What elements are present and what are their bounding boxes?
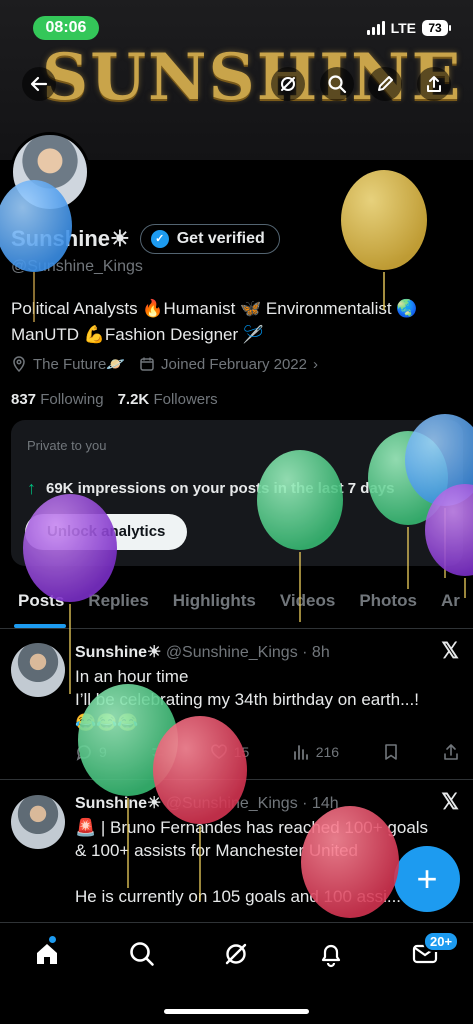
post-avatar[interactable]: [11, 795, 65, 849]
signal-icon: [366, 21, 385, 35]
tab-articles[interactable]: Ar: [429, 585, 472, 628]
bio-line: ManUTD 💪Fashion Designer 🪡: [11, 325, 265, 344]
search-icon: [130, 942, 154, 966]
arrow-left-icon: [30, 76, 48, 92]
impressions-row: ↑ 69K impressions on your posts in the l…: [27, 478, 394, 499]
get-verified-label: Get verified: [176, 230, 265, 247]
joined-item[interactable]: Joined February 2022 ›: [139, 356, 318, 373]
follow-stats: 837 Following 7.2K Followers: [11, 391, 218, 408]
chevron-right-icon: ›: [312, 355, 318, 373]
status-indicators: LTE 73: [366, 20, 451, 36]
verified-badge-icon: ✓: [150, 230, 169, 248]
view-count: 216: [315, 744, 340, 760]
private-card-title: Private to you: [27, 438, 107, 453]
profile-bio: Political Analysts 🔥Humanist 🦋 Environme…: [11, 296, 461, 348]
post-author-name: Sunshine☀: [75, 795, 162, 812]
battery-icon: 73: [422, 20, 451, 36]
tab-posts[interactable]: Posts: [0, 585, 76, 628]
unlock-analytics-button[interactable]: Unlock analytics: [25, 514, 188, 550]
joined-text: Joined February 2022: [161, 355, 307, 373]
notification-dot: [49, 936, 56, 943]
search-icon: [328, 75, 347, 94]
tab-videos[interactable]: Videos: [268, 585, 347, 628]
repost-button[interactable]: [149, 743, 167, 761]
bookmark-button[interactable]: [382, 743, 400, 761]
home-icon: [37, 944, 57, 964]
status-time: 08:06: [33, 16, 99, 40]
x-logo-icon: 𝕏: [441, 789, 459, 814]
share-post-button[interactable]: [442, 743, 460, 761]
compose-button[interactable]: +: [394, 846, 460, 912]
bell-icon: [321, 944, 341, 968]
home-indicator[interactable]: [164, 1009, 309, 1014]
profile-avatar[interactable]: [10, 132, 90, 212]
following-label: Following: [40, 391, 104, 408]
post-actions: 9 15 216: [75, 743, 460, 761]
network-label: LTE: [390, 20, 416, 36]
impressions-text: 69K impressions on your posts in the las…: [46, 480, 395, 497]
x-logo-icon: 𝕏: [441, 638, 459, 663]
location-pin-icon: [13, 356, 25, 372]
followers-label: Followers: [153, 391, 218, 408]
tab-highlights[interactable]: Highlights: [161, 585, 268, 628]
private-analytics-card: Private to you ↑ 69K impressions on your…: [11, 420, 463, 566]
tab-photos[interactable]: Photos: [347, 585, 429, 628]
views-button[interactable]: 216: [292, 743, 339, 761]
bio-line: Political Analysts 🔥Humanist 🦋 Environme…: [11, 299, 418, 318]
plus-icon: +: [416, 858, 438, 899]
location-item: The Future🪐: [11, 355, 125, 373]
location-text: The Future🪐: [33, 356, 126, 373]
nav-search[interactable]: [122, 937, 162, 971]
post-meta: @Sunshine_Kings · 14h: [165, 795, 339, 812]
nav-messages[interactable]: 20+: [405, 931, 460, 971]
profile-tabs: Posts Replies Highlights Videos Photos A…: [0, 585, 473, 629]
reply-count: 9: [99, 744, 107, 760]
share-icon: [444, 744, 458, 760]
post-header: Sunshine☀ @Sunshine_Kings · 8h: [75, 642, 330, 662]
profile-handle: @Sunshine_Kings: [11, 258, 143, 275]
get-verified-button[interactable]: ✓ Get verified: [139, 224, 280, 254]
profile-name: Sunshine☀: [11, 226, 130, 251]
nav-grok[interactable]: [216, 937, 256, 971]
like-button[interactable]: 15: [210, 743, 250, 761]
reply-icon: [76, 745, 91, 761]
followers-count: 7.2K: [117, 391, 150, 408]
grok-icon: [225, 943, 247, 965]
following-link[interactable]: 837 Following: [11, 391, 104, 408]
nav-notifications[interactable]: [311, 937, 351, 971]
search-button[interactable]: [320, 67, 354, 101]
post-avatar[interactable]: [11, 643, 65, 697]
post-header: Sunshine☀ @Sunshine_Kings · 14h: [75, 793, 339, 813]
profile-meta: The Future🪐 Joined February 2022 ›: [11, 355, 318, 373]
nav-home[interactable]: [27, 936, 67, 971]
bottom-nav: 20+: [0, 922, 473, 1024]
post-author-name: Sunshine☀: [75, 644, 162, 661]
pencil-icon: [378, 76, 393, 91]
grok-icon: [281, 77, 295, 91]
balloon: [341, 170, 427, 310]
messages-badge: 20+: [423, 931, 460, 952]
heart-icon: [210, 744, 227, 759]
repost-icon: [152, 746, 165, 758]
bookmark-icon: [384, 744, 397, 760]
reply-button[interactable]: 9: [75, 743, 107, 761]
like-count: 15: [233, 744, 250, 760]
post-text: In an hour time I’ll be celebrating my 3…: [75, 667, 419, 732]
calendar-icon: [140, 357, 154, 371]
bar-chart-icon: [293, 745, 308, 760]
share-icon: [427, 76, 441, 92]
followers-link[interactable]: 7.2K Followers: [118, 391, 218, 408]
grok-button[interactable]: [271, 67, 305, 101]
post-meta: @Sunshine_Kings · 8h: [165, 644, 330, 661]
share-button[interactable]: [417, 67, 451, 101]
back-button[interactable]: [22, 67, 56, 101]
battery-level: 73: [422, 20, 448, 36]
following-count: 837: [11, 391, 37, 408]
tab-replies[interactable]: Replies: [76, 585, 160, 628]
arrow-up-icon: ↑: [27, 478, 36, 498]
edit-button[interactable]: [368, 67, 402, 101]
